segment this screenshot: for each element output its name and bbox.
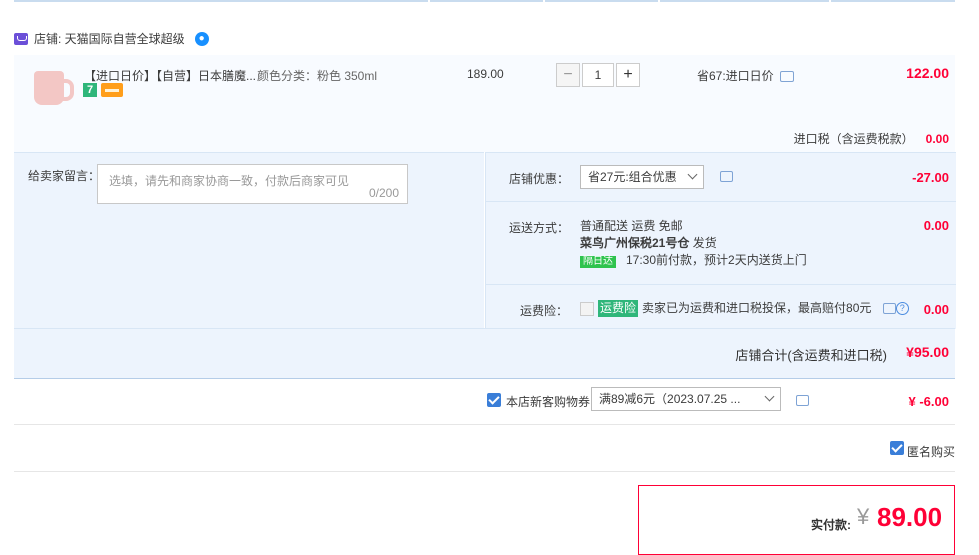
anonymous-row: 匿名购买 (14, 425, 955, 472)
insurance-checkbox[interactable] (580, 301, 594, 316)
warehouse-name: 菜鸟广州保税21号仓 (580, 236, 690, 250)
message-counter: 0/200 (368, 186, 399, 200)
import-tax: 进口税（含运费税款） 0.00 (794, 130, 949, 147)
chevron-down-icon (687, 169, 698, 180)
shop-icon (14, 32, 28, 45)
decrease-quantity-button[interactable]: − (556, 63, 580, 87)
anonymous-checkbox[interactable] (890, 441, 904, 455)
credit-card-icon (101, 83, 123, 97)
item-subtotal: 122.00 (906, 65, 949, 81)
anonymous-label: 匿名购买 (906, 445, 955, 459)
shipping-label: 运送方式： (509, 221, 570, 235)
discount-select[interactable]: 省27元:组合优惠 (580, 165, 704, 189)
payment-value: 89.00 (877, 502, 943, 532)
discount-label: 店铺优惠： (509, 172, 570, 186)
shipping-method: 普通配送 运费 免邮 (580, 219, 683, 233)
col-gap (543, 0, 545, 2)
import-tax-value: 0.00 (925, 132, 949, 146)
seller-message-input[interactable]: 选填，请先和商家协商一致，付款后商家可见 0/200 (97, 164, 408, 204)
coupon-checkbox[interactable] (487, 393, 501, 407)
info-bubble-icon[interactable] (882, 303, 896, 315)
payment-summary: 实付款: ¥ 89.00 (638, 485, 955, 555)
col-gap (428, 0, 430, 2)
info-bubble-icon[interactable] (720, 171, 733, 182)
info-bubble-icon[interactable] (796, 395, 809, 406)
seven-day-return-icon: 7 (83, 83, 97, 97)
discount-selected: 省27元:组合优惠 (588, 170, 677, 184)
shipping-value: 0.00 (923, 218, 949, 233)
quantity-stepper: − 1 + (556, 63, 640, 87)
insurance-value: 0.00 (923, 302, 949, 317)
import-tax-label: 进口税（含运费税款） (793, 132, 914, 146)
chevron-down-icon (764, 391, 775, 402)
col-gap (658, 0, 660, 2)
seller-message-section: 给卖家留言： 选填，请先和商家协商一致，付款后商家可见 0/200 (14, 152, 484, 329)
quantity-input[interactable]: 1 (582, 63, 614, 87)
next-day-tag: 隔日达 (580, 256, 616, 268)
insurance-details: 运费险 卖家已为运费和进口税投保，最高赔付80元 ? (580, 300, 909, 317)
product-spec: 颜色分类：粉色 350ml (257, 69, 378, 83)
insurance-row: 运费险： 运费险 卖家已为运费和进口税投保，最高赔付80元 ? 0.00 (486, 285, 956, 328)
order-options-panel: 店铺优惠： 省27元:组合优惠 -27.00 运送方式： 普通配送 运费 免邮 … (485, 152, 956, 329)
unit-price: 189.00 (467, 67, 504, 81)
help-icon[interactable]: ? (895, 302, 909, 316)
shop-total-value: ¥95.00 (906, 344, 949, 360)
coupon-select[interactable]: 满89减6元（2023.07.25 ... (591, 387, 781, 411)
warehouse-suffix: 发货 (692, 236, 717, 250)
saving-text: 省67:进口日价 (697, 69, 774, 83)
increase-quantity-button[interactable]: + (616, 63, 640, 87)
shop-total-label: 店铺合计(含运费和进口税) (735, 348, 887, 363)
top-divider (14, 0, 955, 2)
message-placeholder: 选填，请先和商家协商一致，付款后商家可见 (109, 174, 350, 188)
shipping-details: 普通配送 运费 免邮 菜鸟广州保税21号仓 发货 隔日达 17:30前付款，预计2… (580, 218, 807, 269)
wangwang-chat-icon[interactable]: ● (194, 31, 209, 46)
payment-label: 实付款: (811, 518, 851, 532)
discount-value: -27.00 (912, 170, 949, 185)
shop-header: 店铺: 天猫国际自营全球超级 ● (14, 30, 209, 47)
coupon-selected: 满89减6元（2023.07.25 ... (599, 392, 741, 406)
shipping-row: 运送方式： 普通配送 运费 免邮 菜鸟广州保税21号仓 发货 隔日达 17:30前… (486, 202, 956, 285)
col-gap (829, 0, 831, 2)
saving-info: 省67:进口日价 (697, 67, 794, 84)
delivery-eta: 17:30前付款，预计2天内送货上门 (626, 253, 807, 267)
product-thumbnail[interactable] (28, 65, 78, 115)
message-label: 给卖家留言： (28, 169, 101, 183)
shop-name[interactable]: 店铺: 天猫国际自营全球超级 (34, 30, 185, 47)
insurance-text: 卖家已为运费和进口税投保，最高赔付80元 (642, 301, 872, 315)
product-title[interactable]: 【进口日价】【自营】日本膳魔... (84, 67, 264, 84)
shop-total-row: 店铺合计(含运费和进口税) ¥95.00 (14, 328, 955, 379)
coupon-value: ¥ -6.00 (908, 394, 949, 409)
cart-item: 【进口日价】【自营】日本膳魔... 7 颜色分类：粉色 350ml 189.00… (14, 55, 955, 152)
payment-currency: ¥ (857, 504, 870, 529)
insurance-tag: 运费险 (598, 300, 639, 317)
insurance-label: 运费险： (520, 304, 569, 318)
info-bubble-icon[interactable] (779, 71, 794, 83)
coupon-label: 本店新客购物券 (506, 395, 591, 409)
shop-discount-row: 店铺优惠： 省27元:组合优惠 -27.00 (486, 153, 956, 202)
coupon-row: 本店新客购物券 满89减6元（2023.07.25 ... ¥ -6.00 (14, 378, 955, 425)
